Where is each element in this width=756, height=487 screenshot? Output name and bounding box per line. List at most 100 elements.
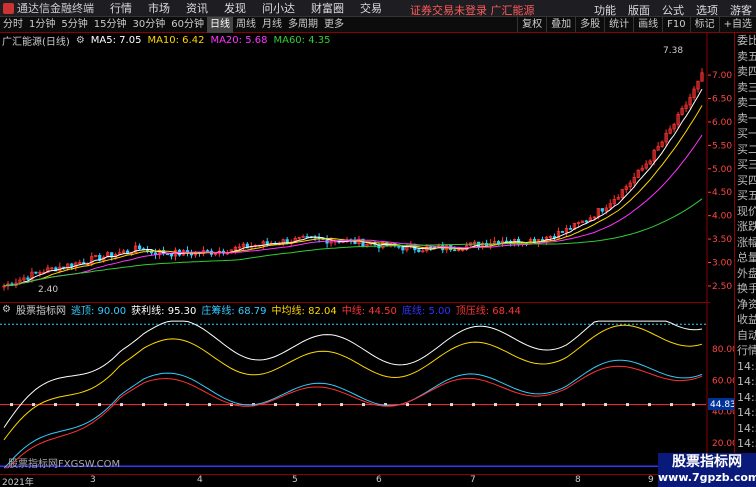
- quote-panel-item: 买二: [737, 142, 756, 156]
- logo-url: www.7gpzb.com: [658, 471, 756, 484]
- quote-panel-item: 卖一: [737, 111, 756, 125]
- indicator-profit-curve: [3, 320, 703, 428]
- indicator-marker: [428, 403, 431, 407]
- quote-panel-item: 买一: [737, 127, 756, 140]
- date-label: 3: [90, 475, 96, 485]
- high-price-label: 7.38: [663, 46, 683, 56]
- indicator-marker: [560, 403, 563, 407]
- candle-body: [205, 250, 210, 253]
- indicator-marker: [582, 403, 585, 407]
- indicator-marker: [10, 403, 13, 407]
- indicator-marker: [362, 403, 365, 407]
- price-tick-label: 5.00: [712, 165, 732, 175]
- indicator-marker: [538, 403, 541, 407]
- quote-panel-item: 现价: [737, 204, 756, 218]
- indicator-marker: [208, 403, 211, 407]
- candle-body: [26, 277, 30, 280]
- date-label: 7: [470, 475, 476, 485]
- candle-body: [34, 271, 38, 274]
- indicator-marker: [648, 403, 651, 407]
- indicator-mid-curve: [4, 365, 703, 469]
- candle-body: [169, 253, 174, 257]
- candle-body: [584, 220, 588, 223]
- quote-panel-item: 涨跌: [737, 220, 756, 233]
- date-label: 2021年: [2, 478, 34, 487]
- indicator-marker: [406, 403, 409, 407]
- indicator-marker: [296, 403, 299, 407]
- quote-panel-item: 14:56: [737, 390, 756, 404]
- quote-panel-item: 卖五: [737, 49, 756, 63]
- price-tick-label: 6.00: [712, 118, 732, 128]
- quote-panel-item: 卖三: [737, 80, 756, 94]
- candle-body: [401, 246, 405, 251]
- indicator-marker: [494, 403, 497, 407]
- candle-body: [600, 208, 604, 212]
- low-price-label: 2.40: [38, 285, 58, 295]
- indicator-marker: [54, 403, 57, 407]
- price-tick-label: 4.00: [712, 212, 732, 222]
- indicator-marker: [692, 403, 695, 407]
- indicator-marker: [32, 403, 35, 407]
- indicator-marker: [450, 403, 453, 407]
- quote-panel-item: 自动: [737, 328, 756, 342]
- indicator-tick-label: 80.00: [712, 345, 734, 355]
- quote-panel-item: 外盘: [737, 266, 756, 280]
- candle-body: [568, 227, 572, 230]
- quote-panel-item: 卖四: [737, 65, 756, 78]
- quote-panel-item: 买五: [737, 189, 756, 202]
- indicator-tick-label: 20.00: [712, 439, 734, 449]
- quote-panel-item: 委比: [737, 34, 756, 47]
- date-label: 6: [376, 475, 382, 485]
- date-label: 9: [648, 475, 654, 485]
- candle-body: [70, 263, 74, 268]
- quote-panel: 委比 卖五 卖四 卖三 卖二 卖一 买一 买二 买三 买四 买五 现价 涨跌 涨幅 总量 外盘 换手 净资 收益 自动…: [734, 33, 756, 487]
- logo-title: 股票指标网: [672, 454, 742, 470]
- price-tick-label: 5.50: [712, 141, 732, 151]
- price-tick-label: 3.50: [712, 235, 732, 245]
- indicator-marker: [472, 403, 475, 407]
- indicator-marker: [186, 403, 189, 407]
- indicator-marker: [626, 403, 629, 407]
- candle-body: [165, 253, 170, 256]
- quote-panel-item: 14:56: [737, 437, 756, 450]
- candle-body: [138, 245, 142, 250]
- indicator-marker: [318, 403, 321, 407]
- indicator-marker: [120, 403, 123, 407]
- quote-panel-item: 14:56: [737, 421, 756, 435]
- candle-body: [417, 249, 421, 252]
- candle-body: [397, 245, 401, 248]
- chart-canvas[interactable]: 7.00 6.50 6.00 5.50 5.00 4.50 4.00 3.50 3.00 2.50…: [0, 0, 734, 474]
- date-axis: 2021年 3 4 5 6 7 8 9: [0, 474, 658, 487]
- site-logo: 股票指标网 www.7gpzb.com: [658, 453, 756, 487]
- indicator-marker: [76, 403, 79, 407]
- candle-body: [560, 231, 565, 233]
- candle-body: [126, 250, 130, 254]
- quote-panel-item: 14:56: [737, 375, 756, 388]
- quote-panel-item: 14:56: [737, 406, 756, 419]
- ma10-line: [3, 105, 703, 287]
- candle-body: [453, 249, 457, 252]
- quote-panel-item: 卖二: [737, 96, 756, 109]
- indicator-marker: [142, 403, 145, 407]
- quote-panel-item: 14:56: [737, 359, 756, 373]
- indicator-value-text: 44.83: [710, 400, 734, 410]
- date-label: 5: [292, 475, 298, 485]
- quote-panel-item: 总量: [737, 251, 756, 264]
- quote-panel-item: 行情: [737, 344, 756, 357]
- date-label: 8: [575, 475, 581, 485]
- indicator-marker: [164, 403, 167, 407]
- price-tick-label: 7.00: [712, 71, 732, 81]
- quote-panel-item: 净资: [737, 297, 756, 311]
- indicator-marker: [340, 403, 343, 407]
- quote-panel-item: 涨幅: [737, 235, 756, 249]
- indicator-marker: [516, 403, 519, 407]
- indicator-marker: [274, 403, 277, 407]
- price-tick-label: 4.50: [712, 188, 732, 198]
- price-tick-label: 6.50: [712, 95, 732, 105]
- quote-panel-item: 换手: [737, 282, 756, 295]
- quote-panel-item: 买三: [737, 158, 756, 171]
- price-tick-label: 2.50: [712, 282, 732, 292]
- indicator-marker: [670, 403, 673, 407]
- date-label: 4: [197, 475, 203, 485]
- indicator-marker: [604, 403, 607, 407]
